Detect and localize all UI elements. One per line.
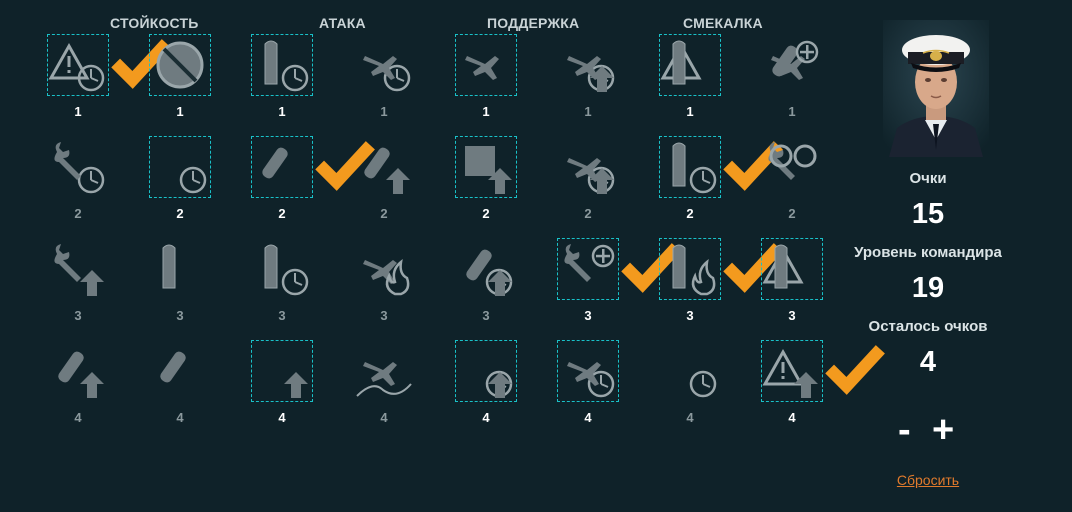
skill-3-5[interactable] <box>557 340 619 402</box>
category-header-0: СТОЙКОСТЬ <box>110 15 199 31</box>
points-value: 15 <box>911 198 945 230</box>
skill-tier-label: 2 <box>686 206 694 221</box>
skill-tier-label: 3 <box>278 308 286 323</box>
skill-0-7[interactable] <box>761 34 823 96</box>
skill-tier-label: 4 <box>584 410 592 425</box>
skill-0-3[interactable] <box>353 34 415 96</box>
skill-0-4[interactable] <box>455 34 517 96</box>
skill-1-7[interactable] <box>761 136 823 198</box>
skill-tier-label: 2 <box>380 206 388 221</box>
skill-tier-label: 4 <box>278 410 286 425</box>
skill-3-3[interactable] <box>353 340 415 402</box>
skill-2-5[interactable] <box>557 238 681 300</box>
skill-tier-label: 4 <box>74 410 82 425</box>
commander-portrait <box>883 20 989 157</box>
skill-3-6[interactable] <box>659 340 721 402</box>
skill-2-2[interactable] <box>251 238 313 300</box>
skill-0-5[interactable] <box>557 34 619 96</box>
reset-link[interactable]: Сбросить <box>844 472 1012 488</box>
skill-tier-label: 2 <box>74 206 82 221</box>
skill-2-0[interactable] <box>47 238 109 300</box>
skill-0-0[interactable] <box>47 34 171 96</box>
skill-tier-label: 3 <box>788 308 796 323</box>
skill-tier-label: 1 <box>482 104 490 119</box>
category-header-3: СМЕКАЛКА <box>683 15 763 31</box>
increase-button[interactable]: + <box>932 408 954 452</box>
skill-3-2[interactable] <box>251 340 313 402</box>
skill-tier-label: 3 <box>380 308 388 323</box>
remaining-points-label: Осталось очков <box>868 318 988 335</box>
skill-1-5[interactable] <box>557 136 619 198</box>
commander-level-value: 19 <box>911 272 945 304</box>
skill-tier-label: 1 <box>278 104 286 119</box>
checkmark-icon <box>722 134 783 191</box>
checkmark-icon <box>314 134 375 191</box>
commander-level-label: Уровень командира <box>854 244 1002 261</box>
skill-0-6[interactable] <box>659 34 721 96</box>
skill-tier-label: 2 <box>176 206 184 221</box>
category-header-1: АТАКА <box>319 15 366 31</box>
checkmark-icon <box>824 338 885 395</box>
skill-tier-label: 1 <box>788 104 796 119</box>
skill-2-6[interactable] <box>659 238 783 300</box>
skill-3-7[interactable] <box>761 340 885 402</box>
skill-tier-label: 3 <box>686 308 694 323</box>
skill-1-6[interactable] <box>659 136 783 198</box>
skill-1-2[interactable] <box>251 136 375 198</box>
skill-tier-label: 2 <box>584 206 592 221</box>
skill-2-3[interactable] <box>353 238 415 300</box>
skill-tier-label: 4 <box>176 410 184 425</box>
skill-tier-label: 4 <box>788 410 796 425</box>
skill-1-3[interactable] <box>353 136 415 198</box>
points-label: Очки <box>909 170 947 187</box>
skill-tier-label: 1 <box>176 104 184 119</box>
checkmark-icon <box>722 236 783 293</box>
checkmark-icon <box>620 236 681 293</box>
skill-2-1[interactable] <box>149 238 211 300</box>
skill-0-1[interactable] <box>149 34 211 96</box>
skill-3-4[interactable] <box>455 340 517 402</box>
skill-2-4[interactable] <box>455 238 517 300</box>
skill-tier-label: 2 <box>482 206 490 221</box>
skill-3-1[interactable] <box>149 340 211 402</box>
category-header-2: ПОДДЕРЖКА <box>487 15 580 31</box>
skill-tier-label: 1 <box>380 104 388 119</box>
checkmark-icon <box>110 32 171 89</box>
skill-1-0[interactable] <box>47 136 109 198</box>
skill-1-4[interactable] <box>455 136 517 198</box>
skill-tier-label: 3 <box>584 308 592 323</box>
skill-0-2[interactable] <box>251 34 313 96</box>
skill-tier-label: 1 <box>584 104 592 119</box>
skill-3-0[interactable] <box>47 340 109 402</box>
skill-1-1[interactable] <box>149 136 211 198</box>
skill-tier-label: 4 <box>686 410 694 425</box>
skill-tier-label: 1 <box>74 104 82 119</box>
skill-tier-label: 3 <box>176 308 184 323</box>
skill-2-7[interactable] <box>761 238 823 300</box>
skill-tier-label: 4 <box>380 410 388 425</box>
remaining-points-value: 4 <box>919 346 937 378</box>
skill-tier-label: 2 <box>788 206 796 221</box>
skill-tier-label: 1 <box>686 104 694 119</box>
skill-tier-label: 2 <box>278 206 286 221</box>
decrease-button[interactable]: - <box>898 408 911 452</box>
skill-tier-label: 3 <box>74 308 82 323</box>
skill-tier-label: 3 <box>482 308 490 323</box>
skill-tier-label: 4 <box>482 410 490 425</box>
